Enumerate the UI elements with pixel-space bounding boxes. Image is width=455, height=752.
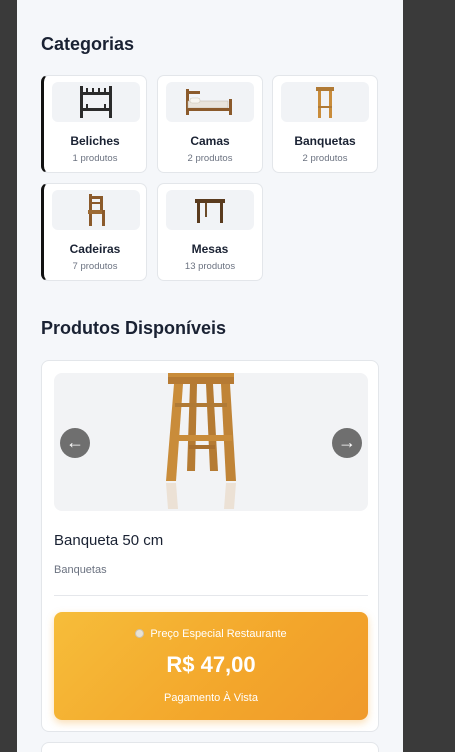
categories-title: Categorias: [41, 34, 135, 54]
category-thumb: [281, 82, 369, 122]
next-product-card: [41, 742, 379, 752]
category-card-camas[interactable]: Camas 2 produtos: [157, 75, 263, 173]
category-name: Mesas: [191, 242, 229, 256]
category-name: Beliches: [70, 134, 120, 148]
category-name: Camas: [190, 134, 230, 148]
prev-image-button[interactable]: ←: [60, 428, 90, 458]
category-thumb: [52, 190, 140, 230]
product-name: Banqueta 50 cm: [54, 532, 164, 549]
product-card: ← → Banqueta 50 cm Banquetas Preço Espec…: [41, 360, 379, 732]
price-label-text: Preço Especial Restaurante: [150, 628, 287, 640]
category-count: 7 produtos: [72, 261, 118, 272]
chair-icon: [88, 194, 105, 226]
bed-icon: [186, 89, 232, 115]
category-thumb: [52, 82, 140, 122]
next-image-button[interactable]: →: [332, 428, 362, 458]
main-page: Categorias Beliches 1 produtos Camas 2 p…: [17, 0, 403, 752]
category-count: 1 produtos: [72, 153, 118, 164]
product-category: Banquetas: [54, 564, 107, 576]
price-box: Preço Especial Restaurante R$ 47,00 Paga…: [54, 612, 368, 720]
table-icon: [195, 199, 225, 223]
product-image: ← →: [54, 373, 368, 511]
divider: [54, 595, 368, 596]
stool-icon: [316, 87, 334, 118]
price-payment-text: Pagamento À Vista: [164, 692, 258, 704]
wooden-stool-image: [166, 373, 236, 509]
price-value: R$ 47,00: [166, 652, 256, 677]
category-card-mesas[interactable]: Mesas 13 produtos: [157, 183, 263, 281]
category-thumb: [166, 190, 254, 230]
category-count: 2 produtos: [302, 153, 348, 164]
products-title: Produtos Disponíveis: [41, 318, 227, 338]
price-dot-icon: [135, 629, 145, 638]
category-card-beliches[interactable]: Beliches 1 produtos: [41, 75, 147, 173]
category-count: 2 produtos: [187, 153, 233, 164]
category-card-banquetas[interactable]: Banquetas 2 produtos: [272, 75, 378, 173]
category-name: Cadeiras: [69, 242, 121, 256]
price-label: Preço Especial Restaurante: [54, 628, 368, 640]
category-thumb: [166, 82, 254, 122]
category-name: Banquetas: [294, 134, 356, 148]
category-card-cadeiras[interactable]: Cadeiras 7 produtos: [41, 183, 147, 281]
bunk-bed-icon: [80, 86, 112, 118]
category-count: 13 produtos: [184, 261, 236, 272]
